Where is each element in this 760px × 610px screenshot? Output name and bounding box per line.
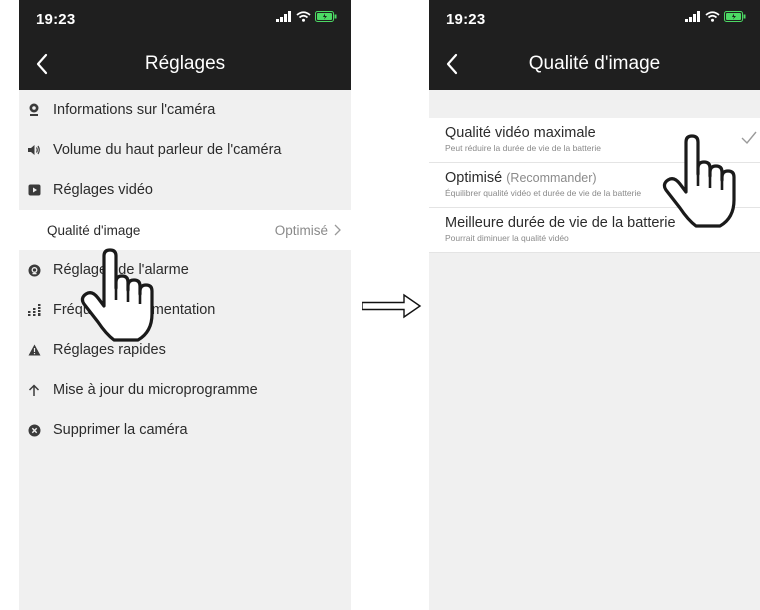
settings-item-alarm[interactable]: Réglages de l'alarme bbox=[19, 250, 351, 290]
status-time: 19:23 bbox=[36, 11, 76, 28]
status-time: 19:23 bbox=[446, 11, 486, 28]
option-description: Pourrait diminuer la qualité vidéo bbox=[445, 233, 569, 243]
settings-item-label: Mise à jour du microprogramme bbox=[53, 382, 258, 398]
option-label: Qualité vidéo maximale bbox=[445, 125, 596, 141]
settings-item-speaker-volume[interactable]: Volume du haut parleur de l'caméra bbox=[19, 130, 351, 170]
status-icons bbox=[276, 11, 337, 22]
settings-item-label: Supprimer la caméra bbox=[53, 422, 188, 438]
settings-item-quick-settings[interactable]: Réglages rapides bbox=[19, 330, 351, 370]
wifi-icon bbox=[705, 11, 720, 22]
transition-arrow-icon bbox=[362, 293, 422, 319]
battery-icon bbox=[724, 11, 746, 22]
settings-item-image-quality[interactable]: Qualité d'image Optimisé bbox=[19, 210, 351, 250]
option-label: Meilleure durée de vie de la batterie bbox=[445, 215, 676, 231]
battery-icon bbox=[315, 11, 337, 22]
status-bar: 19:23 bbox=[429, 0, 760, 38]
camera-info-icon bbox=[27, 103, 41, 117]
settings-item-video[interactable]: Réglages vidéo bbox=[19, 170, 351, 210]
settings-item-firmware-update[interactable]: Mise à jour du microprogramme bbox=[19, 370, 351, 410]
settings-item-delete-camera[interactable]: Supprimer la caméra bbox=[19, 410, 351, 450]
alarm-icon bbox=[27, 263, 41, 277]
settings-item-label: Volume du haut parleur de l'caméra bbox=[53, 142, 282, 158]
image-quality-value: Optimisé bbox=[275, 223, 341, 238]
option-label: Optimisé (Recommander) bbox=[445, 170, 597, 186]
settings-item-label: Informations sur l'caméra bbox=[53, 102, 216, 118]
settings-screen: 19:23 Réglages Informations sur l'caméra… bbox=[19, 0, 351, 610]
wifi-icon bbox=[296, 11, 311, 22]
option-recommended-note: (Recommander) bbox=[506, 171, 597, 185]
status-bar: 19:23 bbox=[19, 0, 351, 38]
page-title: Réglages bbox=[144, 53, 226, 74]
speaker-icon bbox=[27, 143, 41, 157]
signal-icon bbox=[685, 11, 700, 22]
settings-list: Informations sur l'caméra Volume du haut… bbox=[19, 90, 351, 450]
status-icons bbox=[685, 11, 746, 22]
arrow-up-icon bbox=[27, 383, 41, 397]
frequency-icon bbox=[27, 303, 41, 317]
settings-item-label: Réglages rapides bbox=[53, 342, 166, 358]
settings-item-label: Réglages vidéo bbox=[53, 182, 153, 198]
signal-icon bbox=[276, 11, 291, 22]
page-title: Qualité d'image bbox=[528, 53, 661, 74]
option-description: Équilibrer qualité vidéo et durée de vie… bbox=[445, 188, 642, 198]
chevron-right-icon bbox=[334, 224, 341, 236]
warning-icon bbox=[27, 343, 41, 357]
settings-item-label: Qualité d'image bbox=[47, 222, 141, 238]
option-label-text: Optimisé bbox=[445, 170, 503, 186]
image-quality-current: Optimisé bbox=[274, 222, 328, 238]
option-description: Peut réduire la durée de vie de la batte… bbox=[445, 143, 601, 153]
nav-bar: Réglages bbox=[19, 38, 351, 90]
delete-icon bbox=[27, 423, 41, 437]
settings-item-frequency[interactable]: Fréquence d'alimentation bbox=[19, 290, 351, 330]
settings-item-camera-info[interactable]: Informations sur l'caméra bbox=[19, 90, 351, 130]
pointing-hand-icon bbox=[80, 248, 154, 342]
image-quality-screen: 19:23 Qualité d'image Qualité vidéo maxi… bbox=[429, 0, 760, 610]
video-icon bbox=[27, 183, 41, 197]
pointing-hand-icon bbox=[662, 134, 736, 228]
nav-bar: Qualité d'image bbox=[429, 38, 760, 90]
